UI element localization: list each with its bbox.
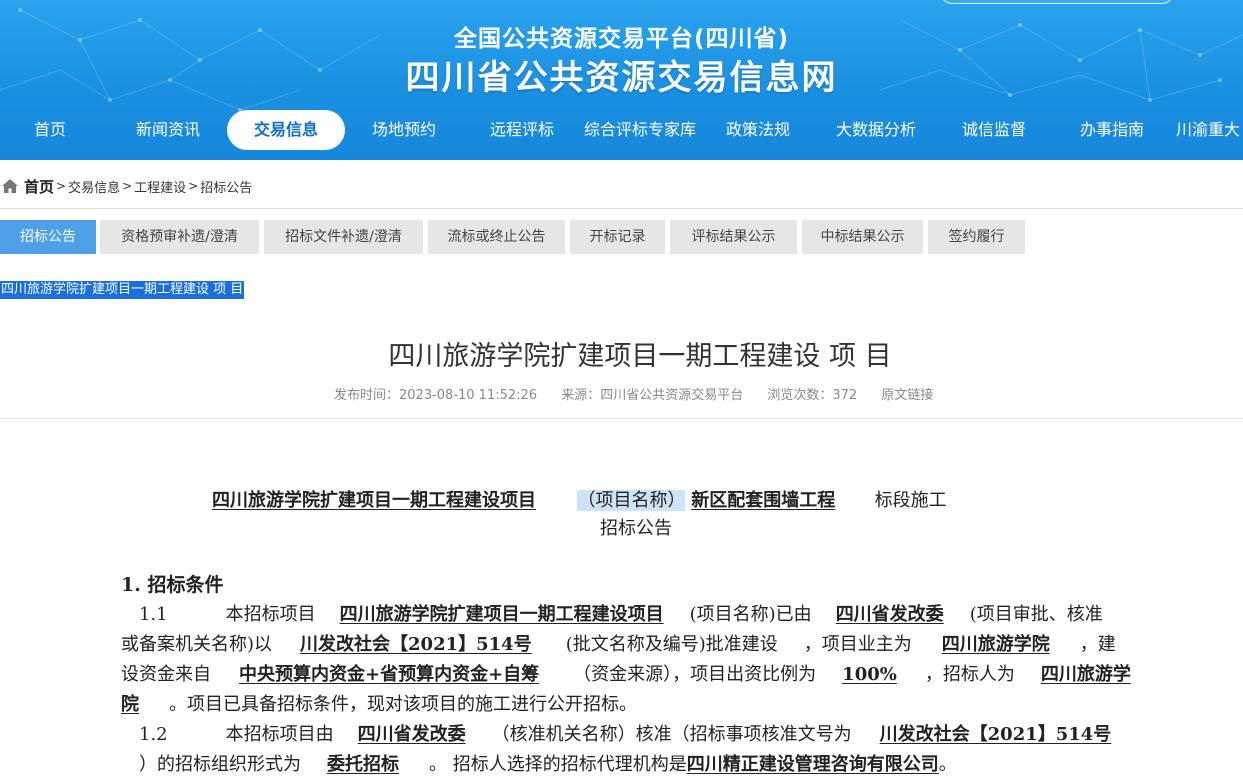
- paragraph-1-1-line3: 设资金来自 中央预算内资金+省预算内资金+自筹 （资金来源），项目出资比例为 100%…: [121, 662, 1131, 688]
- nav-item-home[interactable]: 首页: [12, 110, 88, 150]
- clause-text: 或备案机关名称)以: [121, 634, 273, 655]
- paragraph-1-2-line2: ）的招标组织形式为 委托招标 。 招标人选择的招标代理机构是四川精正建设管理咨询有限…: [139, 752, 957, 778]
- publish-time: 发布时间：2023-08-10 11:52:26: [334, 388, 538, 403]
- heading-suffix: 标段施工: [874, 490, 947, 511]
- nav-item-big-data[interactable]: 大数据分析: [826, 110, 926, 150]
- clause-text: 。 招标人选择的招标代理机构是: [429, 754, 687, 775]
- nav-item-trade-info[interactable]: 交易信息: [227, 110, 345, 150]
- tab-tender-doc-addendum[interactable]: 招标文件补遗/澄清: [264, 220, 423, 254]
- nav-item-policies[interactable]: 政策法规: [712, 110, 804, 150]
- clause-text: （核准机关名称）核准（招标事项核准文号为: [491, 724, 852, 745]
- clause-text: (批文名称及编号)批准建设: [565, 634, 778, 655]
- nav-item-venue-booking[interactable]: 场地预约: [358, 110, 450, 150]
- article-divider: [0, 418, 1243, 419]
- paragraph-1-1-line1: 1.1 本招标项目 四川旅游学院扩建项目一期工程建设项目 (项目名称)已由 四川省发改委…: [139, 602, 1103, 628]
- article-source: 来源：四川省公共资源交易平台: [561, 388, 744, 403]
- site-subtitle: 全国公共资源交易平台(四川省): [453, 26, 790, 52]
- notice-heading-line2: 招标公告: [600, 518, 672, 539]
- approval-document-number: 川发改社会【2021】514号: [879, 724, 1112, 745]
- clause-text: 。项目已具备招标条件，现对该项目的施工进行公开招标。: [169, 694, 637, 715]
- clause-text: ）的招标组织形式为: [139, 754, 301, 775]
- funding-source: 中央预算内资金+省预算内资金+自筹: [239, 664, 540, 685]
- article-title: 四川旅游学院扩建项目一期工程建设 项 目: [388, 341, 892, 372]
- breadcrumb-home[interactable]: 首页: [24, 176, 54, 197]
- tender-agency: 四川精正建设管理咨询有限公司: [686, 754, 939, 775]
- breadcrumb-divider: [0, 208, 1243, 209]
- heading-project-label: （项目名称）: [577, 490, 686, 511]
- home-icon: [2, 179, 18, 193]
- heading-project-name: 四川旅游学院扩建项目一期工程建设项目: [212, 490, 536, 511]
- clause-text: 设资金来自: [121, 664, 211, 685]
- clause-text: (项目名称)已由: [689, 604, 812, 625]
- breadcrumb-trade-info[interactable]: 交易信息: [68, 177, 120, 196]
- header-search-box[interactable]: [940, 0, 1174, 4]
- selected-text-title: 四川旅游学院扩建项目一期工程建设 项 目: [0, 281, 245, 299]
- approval-authority: 四川省发改委: [835, 604, 944, 625]
- tab-contract-performance[interactable]: 签约履行: [928, 220, 1025, 254]
- project-owner: 四川旅游学院: [941, 634, 1050, 655]
- clause-text: 本招标项目由: [225, 724, 334, 745]
- breadcrumb-construction[interactable]: 工程建设: [134, 177, 186, 196]
- tab-evaluation-result[interactable]: 评标结果公示: [670, 220, 797, 254]
- nav-item-chuanyu-major[interactable]: 川渝重大: [1176, 110, 1243, 150]
- breadcrumb-separator: >: [56, 179, 67, 193]
- project-name: 四川旅游学院扩建项目一期工程建设项目: [339, 604, 664, 625]
- clause-text: (项目审批、核准: [969, 604, 1103, 625]
- clause-text: ，建: [1079, 634, 1116, 655]
- original-link[interactable]: 原文链接: [881, 388, 933, 403]
- nav-item-news[interactable]: 新闻资讯: [122, 110, 214, 150]
- nav-item-expert-database[interactable]: 综合评标专家库: [580, 110, 700, 150]
- clause-number: 1.2: [139, 724, 168, 745]
- site-title: 四川省公共资源交易信息网: [405, 58, 838, 98]
- notice-heading-line1: 四川旅游学院扩建项目一期工程建设项目 （项目名称） 新区配套围墙工程 标段施工: [190, 488, 947, 514]
- clause-text: ，项目业主为: [803, 634, 912, 655]
- heading-section-name: 新区配套围墙工程: [691, 490, 836, 511]
- nav-item-service-guide[interactable]: 办事指南: [1066, 110, 1158, 150]
- paragraph-1-2-line1: 1.2 本招标项目由 四川省发改委 （核准机关名称）核准（招标事项核准文号为 川发改社会…: [139, 722, 1111, 748]
- clause-text: 本招标项目: [225, 604, 316, 625]
- clause-number: 1.1: [139, 604, 168, 625]
- view-count: 浏览次数：372: [767, 388, 858, 403]
- paragraph-1-1-line4: 院 。项目已具备招标条件，现对该项目的施工进行公开招标。: [121, 692, 637, 718]
- tender-organization-form: 委托招标: [327, 754, 399, 775]
- breadcrumb-separator: >: [188, 179, 199, 193]
- tab-bid-opening-record[interactable]: 开标记录: [570, 220, 665, 254]
- tab-failed-or-terminated[interactable]: 流标或终止公告: [428, 220, 565, 254]
- clause-text: （资金来源），项目出资比例为: [573, 664, 817, 685]
- article-meta: 发布时间：2023-08-10 11:52:26 来源：四川省公共资源交易平台 …: [334, 384, 933, 403]
- site-header: 全国公共资源交易平台(四川省) 四川省公共资源交易信息网 首页 新闻资讯 交易信…: [0, 0, 1243, 160]
- clause-text: ，招标人为: [924, 664, 1015, 685]
- tenderer-name: 四川旅游学: [1040, 664, 1131, 685]
- tab-award-result[interactable]: 中标结果公示: [802, 220, 923, 254]
- tab-prequalification-addendum[interactable]: 资格预审补遗/澄清: [100, 220, 259, 254]
- section-tender-conditions: 1. 招标条件: [121, 574, 224, 596]
- breadcrumb: 首页 > 交易信息 > 工程建设 > 招标公告: [0, 175, 252, 197]
- paragraph-1-1-line2: 或备案机关名称)以 川发改社会【2021】514号 (批文名称及编号)批准建设 ，项目…: [121, 632, 1116, 658]
- tab-tender-notice[interactable]: 招标公告: [0, 220, 96, 254]
- nav-item-remote-evaluation[interactable]: 远程评标: [476, 110, 568, 150]
- breadcrumb-tender-notice: 招标公告: [200, 180, 253, 196]
- approval-authority: 四川省发改委: [357, 724, 466, 745]
- tenderer-name: 院: [121, 694, 139, 715]
- nav-item-credit-supervision[interactable]: 诚信监督: [948, 110, 1040, 150]
- funding-ratio: 100%: [842, 664, 897, 685]
- approval-document-number: 川发改社会【2021】514号: [300, 634, 532, 655]
- main-nav: 首页 新闻资讯 交易信息 场地预约 远程评标 综合评标专家库 政策法规 大数据分…: [0, 110, 1243, 150]
- breadcrumb-separator: >: [122, 179, 133, 193]
- clause-text: 。: [938, 754, 957, 775]
